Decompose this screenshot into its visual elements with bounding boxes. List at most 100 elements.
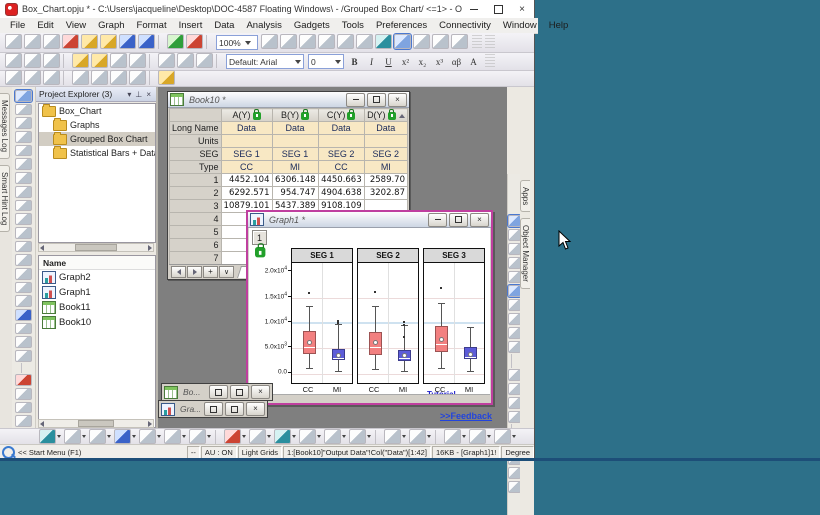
cluster-tool-icon[interactable] <box>15 213 32 225</box>
line-symbol-plot-icon[interactable] <box>89 429 106 444</box>
template-library-icon[interactable] <box>189 429 206 444</box>
screen-reader-tool-icon[interactable] <box>15 145 32 157</box>
header-cell[interactable]: Data <box>221 122 272 135</box>
maximize-button[interactable] <box>486 1 510 18</box>
insert-equation-icon[interactable] <box>15 241 32 253</box>
spacing-decrease-icon[interactable] <box>494 429 511 444</box>
copy-format-icon[interactable] <box>110 53 127 68</box>
header-cell[interactable]: Data <box>364 122 407 135</box>
tree-root-box-chart[interactable]: Box_Chart <box>39 104 155 118</box>
font-size-combo[interactable]: 0 <box>308 54 344 69</box>
tree-folder-graphs[interactable]: Graphs <box>39 118 155 132</box>
dock-tab-apps[interactable]: Apps <box>520 180 530 212</box>
layer-manager-dropdown-icon[interactable] <box>462 435 466 438</box>
arrange-windows-icon[interactable] <box>337 34 354 49</box>
menu-file[interactable]: File <box>4 19 31 32</box>
data-cell[interactable]: 4452.104 <box>221 174 272 187</box>
corner-cell[interactable] <box>170 109 222 122</box>
align-horizontal-icon[interactable] <box>15 415 32 427</box>
line-tool-icon[interactable] <box>15 268 32 280</box>
graph1-maximize-button[interactable] <box>449 213 468 227</box>
four-panel-icon[interactable] <box>508 313 521 325</box>
font-combo[interactable]: Default: Arial <box>226 54 304 69</box>
zoom-out-graph-dropdown-icon[interactable] <box>427 435 431 438</box>
toolbar-overflow-icon[interactable] <box>485 54 495 69</box>
header-cell[interactable]: SEG 2 <box>364 148 407 161</box>
image-plot-icon[interactable] <box>349 429 366 444</box>
format-underline-button[interactable]: U <box>381 54 396 69</box>
3d-scatter-dropdown-icon[interactable] <box>267 435 271 438</box>
sheet-add-button[interactable]: + <box>203 266 218 278</box>
layer-manager-icon[interactable] <box>444 429 461 444</box>
format-superscript-button[interactable]: x² <box>398 54 413 69</box>
statistics-plot-icon[interactable] <box>324 429 341 444</box>
close-button[interactable]: × <box>510 1 534 18</box>
back-arrow-icon[interactable] <box>5 70 22 85</box>
panel-menu-icon[interactable]: ▾ <box>125 90 133 99</box>
new-graph-icon[interactable] <box>62 34 79 49</box>
minimize-button[interactable] <box>462 1 486 18</box>
data-cell[interactable]: 954.747 <box>272 187 318 200</box>
screen-reader-icon[interactable] <box>394 34 411 49</box>
scatter-plot-dropdown-icon[interactable] <box>82 435 86 438</box>
format-apply-format-button[interactable]: A <box>466 54 481 69</box>
menu-window[interactable]: Window <box>497 19 543 32</box>
theme-organizer-icon[interactable] <box>72 53 89 68</box>
insert-worksheet-object-icon[interactable] <box>15 336 32 348</box>
zoom-tool-icon[interactable] <box>413 34 430 49</box>
rectangle-tool-icon[interactable] <box>15 282 32 294</box>
list-item-book10[interactable]: Book10 <box>39 315 155 330</box>
header-cell[interactable] <box>364 135 407 148</box>
spacing-decrease-dropdown-icon[interactable] <box>512 435 516 438</box>
header-cell[interactable]: Data <box>272 122 318 135</box>
start-menu-field[interactable]: << Start Menu (F1) <box>0 446 186 459</box>
scroll-up-icon[interactable] <box>399 114 405 118</box>
tree-folder-grouped-box-chart[interactable]: Grouped Box Chart <box>39 132 155 146</box>
spline-plot-icon[interactable] <box>508 257 521 269</box>
menu-help[interactable]: Help <box>543 19 575 32</box>
header-cell[interactable]: CC <box>221 161 272 174</box>
layer-top-icon[interactable] <box>508 467 521 479</box>
header-cell[interactable]: CC <box>318 161 364 174</box>
contour-plot-icon[interactable] <box>299 429 316 444</box>
forward-arrow-icon[interactable] <box>24 70 41 85</box>
image-plot-dropdown-icon[interactable] <box>367 435 371 438</box>
graph1-title-bar[interactable]: Graph1 * × <box>248 212 491 228</box>
restore-button[interactable] <box>209 385 228 399</box>
line-symbol-plot-dropdown-icon[interactable] <box>107 435 111 438</box>
slideshow-icon[interactable] <box>432 34 449 49</box>
lt-console-icon[interactable] <box>110 70 127 85</box>
list-hscrollbar[interactable] <box>38 419 154 428</box>
zoom-axes-icon[interactable] <box>508 271 521 283</box>
project-explorer-header[interactable]: Project Explorer (3) ▾ ⊥ × <box>36 87 156 102</box>
group-edit-icon[interactable] <box>158 53 175 68</box>
menu-data[interactable]: Data <box>208 19 240 32</box>
data-cell[interactable]: 6306.148 <box>272 174 318 187</box>
menu-insert[interactable]: Insert <box>173 19 209 32</box>
pointer-icon[interactable] <box>15 90 32 102</box>
close-button[interactable]: × <box>251 385 270 399</box>
book10-title-bar[interactable]: Book10 * × <box>168 92 409 108</box>
format-greek-button[interactable]: αβ <box>449 54 464 69</box>
cut-icon[interactable] <box>5 53 22 68</box>
object-edit-icon[interactable] <box>15 388 32 400</box>
layout-window-icon[interactable] <box>451 34 468 49</box>
contour-plot-dropdown-icon[interactable] <box>317 435 321 438</box>
text-tool-icon[interactable] <box>15 227 32 239</box>
tree-hscrollbar[interactable] <box>38 243 154 252</box>
insert-graph-object-icon[interactable] <box>15 323 32 335</box>
menu-graph[interactable]: Graph <box>92 19 130 32</box>
arrow-tool-icon[interactable] <box>15 254 32 266</box>
menu-tools[interactable]: Tools <box>336 19 370 32</box>
data-reader-icon[interactable] <box>15 158 32 170</box>
mask-points-icon[interactable] <box>15 200 32 212</box>
data-cell[interactable]: 6292.571 <box>221 187 272 200</box>
polygon-mask-icon[interactable] <box>15 350 32 362</box>
3d-surface-icon[interactable] <box>274 429 291 444</box>
menu-format[interactable]: Format <box>131 19 173 32</box>
open-excel-icon[interactable] <box>100 34 117 49</box>
align-vertical-icon[interactable] <box>15 402 32 414</box>
area-plot-icon[interactable] <box>139 429 156 444</box>
save-project-as-icon[interactable] <box>91 70 108 85</box>
close-button[interactable]: × <box>246 402 265 416</box>
